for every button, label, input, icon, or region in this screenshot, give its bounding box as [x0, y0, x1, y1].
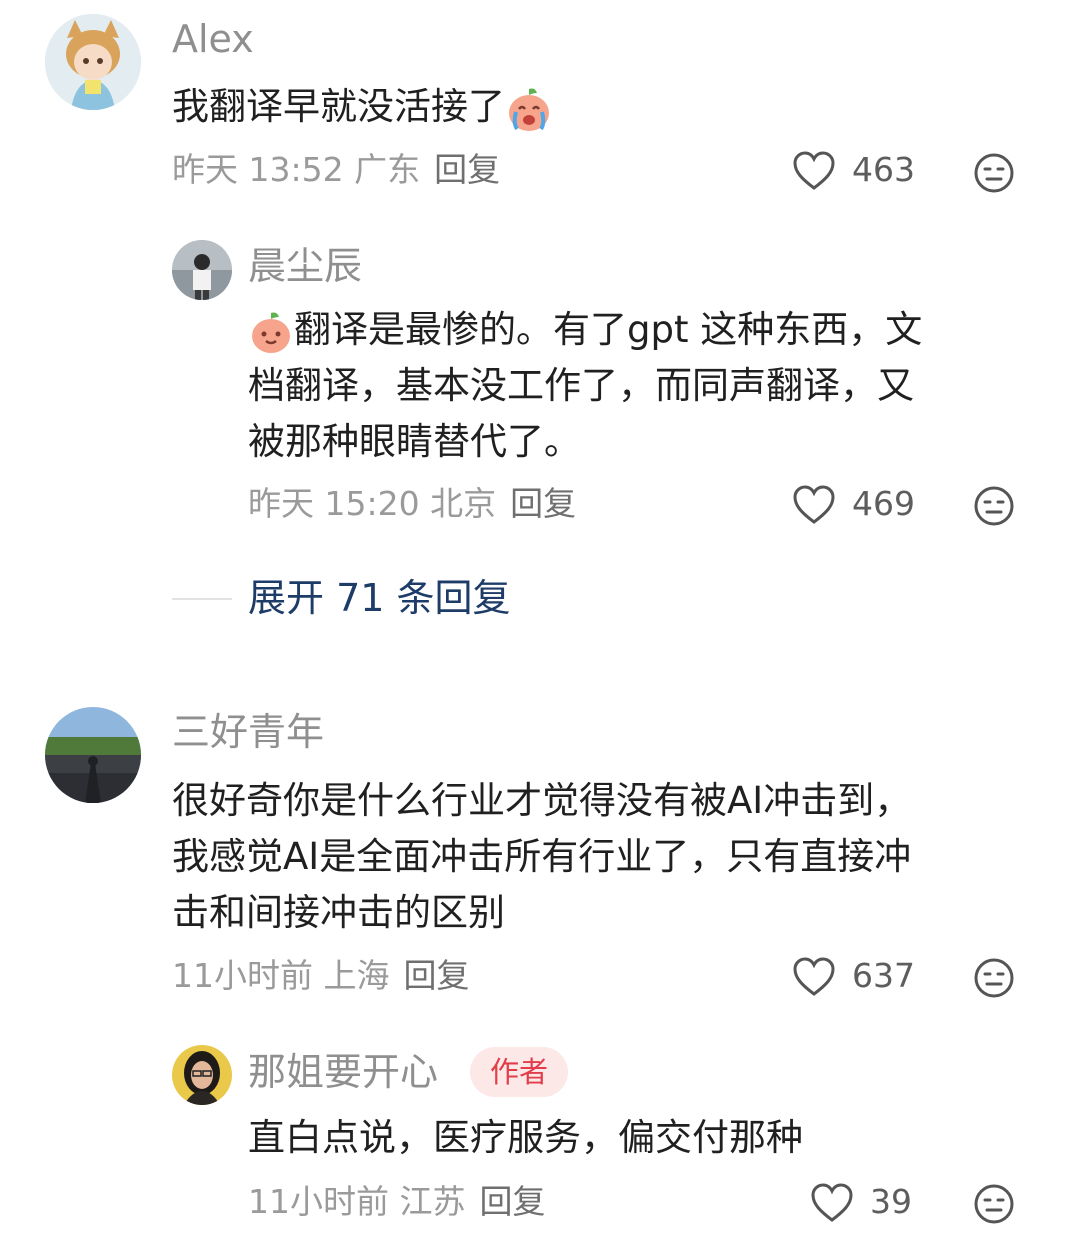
like-button[interactable]: 463: [792, 150, 922, 194]
like-count: 637: [852, 956, 915, 995]
like-count: 463: [852, 150, 915, 189]
dislike-face-icon[interactable]: [973, 485, 1015, 527]
reply-text-line: 翻译是最惨的。有了gpt 这种东西，文: [294, 308, 923, 351]
comment-timestamp-location: 11小时前 上海: [172, 956, 390, 995]
expand-divider: [172, 598, 232, 600]
avatar-image: [45, 14, 141, 110]
comment-text-content: 我翻译早就没活接了: [172, 85, 505, 128]
reply-text-line-2: 档翻译，基本没工作了，而同声翻译，又: [248, 364, 914, 407]
reply-button[interactable]: 回复: [510, 484, 576, 523]
like-count: 469: [852, 484, 915, 523]
like-button[interactable]: 39: [810, 1182, 922, 1226]
reply-text: 翻译是最惨的。有了gpt 这种东西，文: [248, 302, 922, 358]
dislike-face-icon[interactable]: [973, 1183, 1015, 1225]
reply-username[interactable]: 那姐要开心: [248, 1050, 438, 1094]
comment-text-line-3: 击和间接冲击的区别: [172, 891, 505, 934]
comment-meta: 昨天 13:52 广东 回复: [172, 150, 500, 190]
avatar-sanhaoqingnian[interactable]: [45, 707, 141, 803]
like-button[interactable]: 637: [792, 956, 922, 1000]
reply-username[interactable]: 晨尘辰: [248, 244, 362, 288]
dislike-face-icon[interactable]: [973, 152, 1015, 194]
smiling-peach-emoji-icon: [252, 312, 290, 353]
avatar-alex[interactable]: [45, 14, 141, 110]
heart-icon: [793, 151, 835, 190]
reply-button[interactable]: 回复: [403, 956, 469, 995]
reply-meta: 昨天 15:20 北京 回复: [248, 484, 576, 524]
comment-username[interactable]: Alex: [172, 17, 254, 61]
reply-text-line-3: 被那种眼睛替代了。: [248, 420, 581, 463]
reply-meta: 11小时前 江苏 回复: [248, 1182, 545, 1222]
crying-peach-emoji-icon: [509, 88, 549, 131]
like-button[interactable]: 469: [792, 484, 922, 528]
comment-text: 我翻译早就没活接了: [172, 79, 553, 135]
heart-icon: [811, 1183, 853, 1222]
avatar-najieyaokaixin[interactable]: [172, 1045, 232, 1105]
reply-button[interactable]: 回复: [479, 1182, 545, 1221]
heart-icon: [793, 957, 835, 996]
expand-replies-button[interactable]: 展开 71 条回复: [248, 576, 511, 620]
like-count: 39: [870, 1182, 912, 1221]
reply-text: 直白点说，医疗服务，偏交付那种: [248, 1116, 803, 1159]
comment-username[interactable]: 三好青年: [172, 710, 324, 754]
comment-text-line: 很好奇你是什么行业才觉得没有被AI冲击到，: [172, 779, 912, 822]
comment-text-line-2: 我感觉AI是全面冲击所有行业了，只有直接冲: [172, 835, 912, 878]
avatar-image: [172, 240, 232, 300]
comment-meta: 11小时前 上海 回复: [172, 956, 469, 996]
dislike-face-icon[interactable]: [973, 957, 1015, 999]
avatar-image: [172, 1045, 232, 1105]
avatar-image: [45, 707, 141, 803]
comment-timestamp-location: 昨天 13:52 广东: [172, 150, 421, 189]
reply-timestamp-location: 昨天 15:20 北京: [248, 484, 497, 523]
reply-button[interactable]: 回复: [434, 150, 500, 189]
reply-timestamp-location: 11小时前 江苏: [248, 1182, 466, 1221]
avatar-chenchenchen[interactable]: [172, 240, 232, 300]
author-badge: 作者: [470, 1047, 569, 1097]
heart-icon: [793, 485, 835, 524]
